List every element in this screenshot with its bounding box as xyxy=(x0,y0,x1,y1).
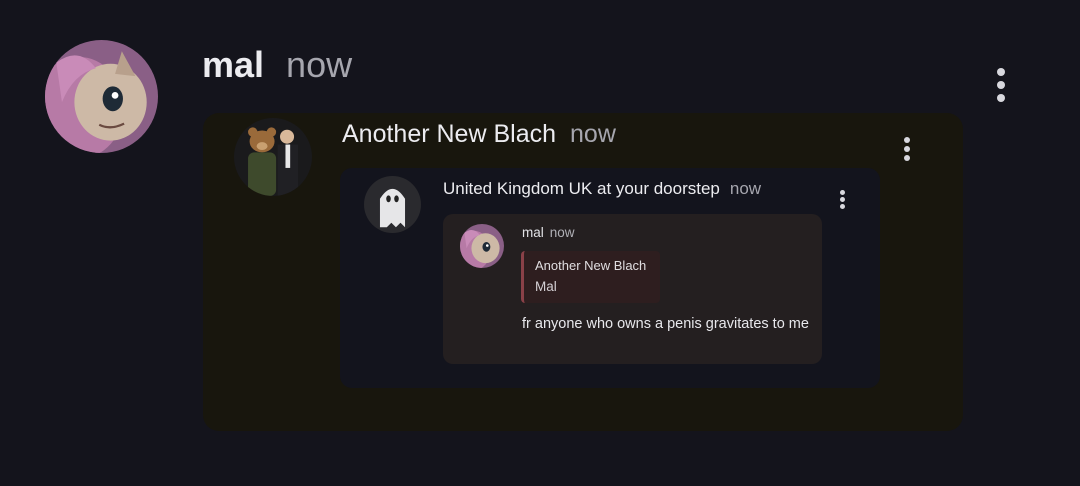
kebab-menu-icon[interactable] xyxy=(994,68,1008,102)
quote-text: Mal xyxy=(535,279,557,294)
nested-author-avatar[interactable] xyxy=(364,176,421,233)
repost-time: now xyxy=(570,120,616,148)
pony-avatar-icon xyxy=(460,224,504,268)
kebab-menu-icon[interactable] xyxy=(901,137,913,161)
reply-time: now xyxy=(549,225,575,240)
post-time: now xyxy=(286,44,353,85)
bear-and-man-avatar-icon xyxy=(234,118,312,196)
ghost-avatar-icon xyxy=(364,176,421,233)
repost-author-avatar[interactable] xyxy=(234,118,312,196)
repost-header: Another New Blach now xyxy=(342,120,616,149)
feed-root: mal now Another New Blach now United Kin… xyxy=(0,0,1080,486)
quoted-message[interactable]: Another New Blach Mal xyxy=(521,251,660,303)
nested-time: now xyxy=(729,179,762,198)
repost-author-name[interactable]: Another New Blach xyxy=(342,120,556,148)
pony-avatar-icon xyxy=(45,40,158,153)
reply-header: mal now xyxy=(522,225,575,240)
quote-author: Another New Blach xyxy=(535,258,647,273)
reply-message: fr anyone who owns a penis gravitates to… xyxy=(522,316,809,332)
post-header: mal now xyxy=(202,44,352,86)
author-avatar[interactable] xyxy=(45,40,158,153)
author-name[interactable]: mal xyxy=(202,44,264,85)
nested-repost-header: United Kingdom UK at your doorstep now xyxy=(443,179,761,199)
reply-author-avatar[interactable] xyxy=(460,224,504,268)
reply-author-name[interactable]: mal xyxy=(522,225,544,240)
nested-author-name[interactable]: United Kingdom UK at your doorstep xyxy=(443,179,720,198)
kebab-menu-icon[interactable] xyxy=(837,190,847,209)
